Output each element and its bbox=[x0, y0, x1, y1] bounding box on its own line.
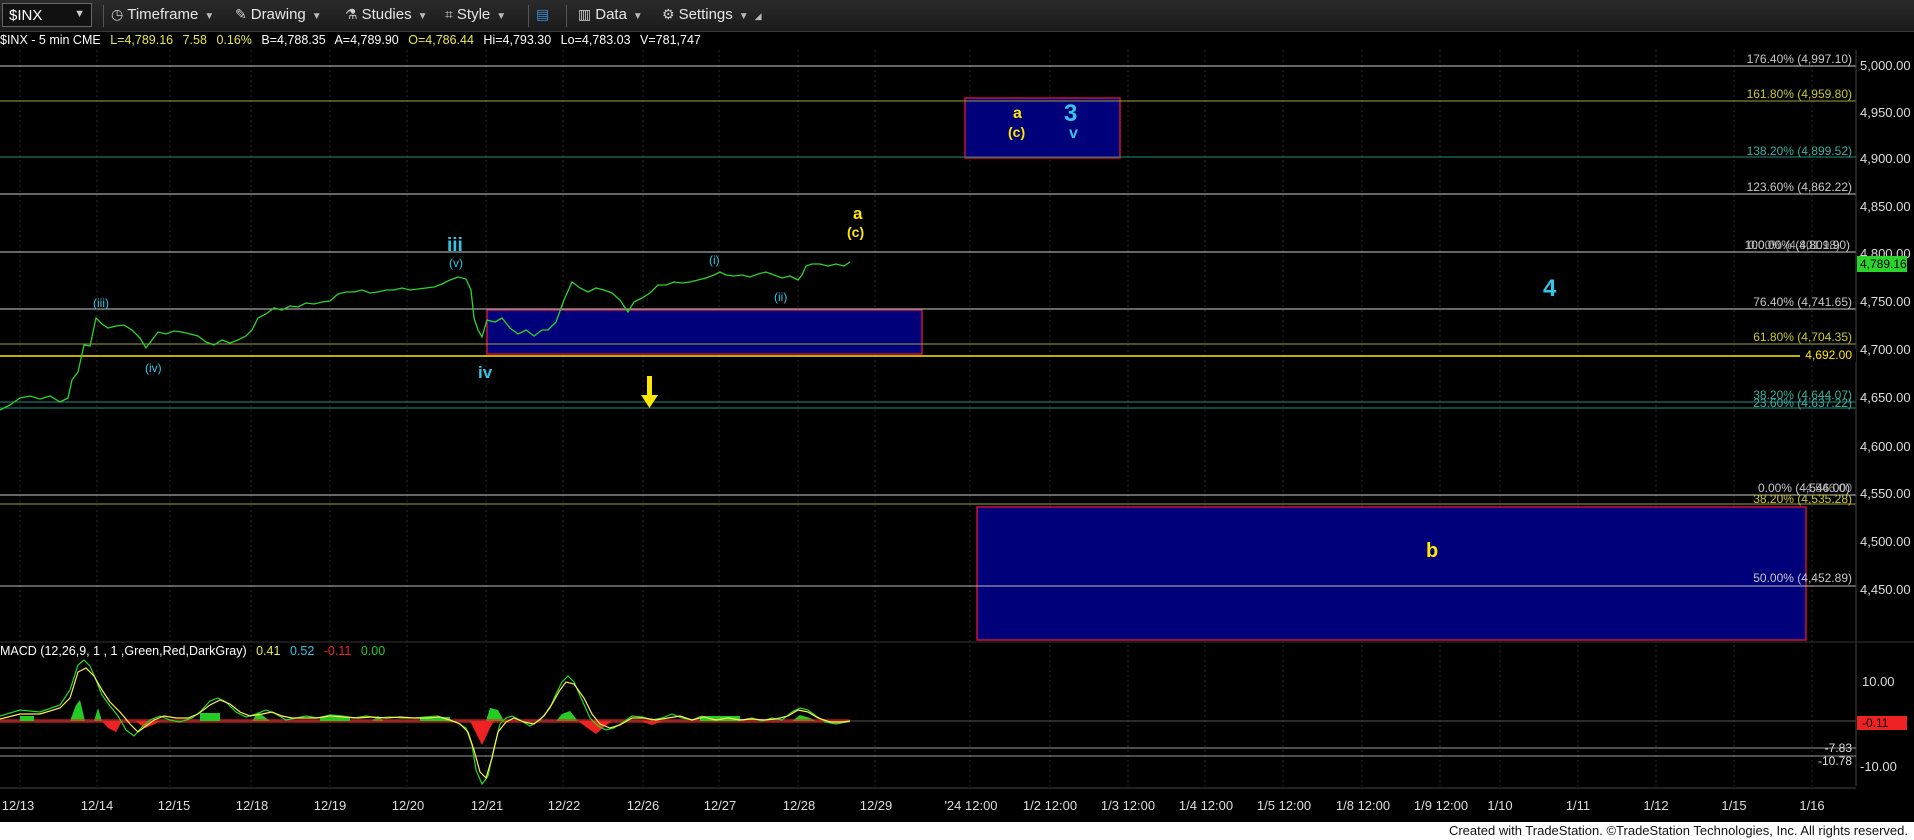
macd-level-label: -7.83 bbox=[1825, 741, 1853, 755]
wave-label-iv-small: (iv) bbox=[145, 361, 162, 375]
date-tick: 1/5 12:00 bbox=[1257, 798, 1311, 813]
macd-tick: 10.00 bbox=[1862, 674, 1895, 689]
date-tick: 12/14 bbox=[81, 798, 114, 813]
macd-value: 0.52 bbox=[289, 644, 315, 658]
date-tick: 1/12 bbox=[1643, 798, 1668, 813]
date-tick: 1/4 12:00 bbox=[1179, 798, 1233, 813]
date-tick: 12/15 bbox=[158, 798, 191, 813]
wave-label-a-box: a bbox=[1013, 105, 1022, 122]
macd-level-label: -10.78 bbox=[1818, 754, 1852, 768]
date-tick: '24 12:00 bbox=[944, 798, 997, 813]
fib-labels: 176.40% (4,997.10) 161.80% (4,959.80) 13… bbox=[1745, 52, 1853, 585]
wave-label-4: 4 bbox=[1543, 275, 1557, 302]
wave-label-3: 3 bbox=[1064, 100, 1077, 127]
fib-label: 138.20% (4,899.52) bbox=[1747, 144, 1852, 158]
line-price-tag: 4,692.00 bbox=[1805, 348, 1852, 362]
wave-b-zone-box bbox=[976, 506, 1807, 641]
fib-label: 76.40% (4,741.65) bbox=[1753, 295, 1852, 309]
macd-histogram bbox=[0, 700, 850, 745]
footer-credit: Created with TradeStation. ©TradeStation… bbox=[1448, 823, 1908, 838]
fib-label: 38.20% (4,535.28) bbox=[1753, 492, 1852, 506]
fib-label: 23.60% (4,637.22) bbox=[1753, 396, 1852, 410]
price-tick: 4,900.00 bbox=[1860, 151, 1911, 166]
date-tick: 1/10 bbox=[1487, 798, 1512, 813]
date-tick: 12/29 bbox=[860, 798, 893, 813]
date-tick: 1/15 bbox=[1721, 798, 1746, 813]
price-tick: 4,600.00 bbox=[1860, 439, 1911, 454]
date-tick: 1/16 bbox=[1799, 798, 1824, 813]
date-tick: 12/26 bbox=[627, 798, 660, 813]
fib-label: 50.00% (4,452.89) bbox=[1753, 571, 1852, 585]
date-tick: 1/8 12:00 bbox=[1336, 798, 1390, 813]
target-zone-box-top bbox=[964, 97, 1121, 159]
footer: Created with TradeStation. ©TradeStation… bbox=[0, 822, 1914, 840]
wave-label-iv: iv bbox=[478, 363, 493, 382]
date-tick: 12/27 bbox=[704, 798, 737, 813]
price-tick: 4,450.00 bbox=[1860, 582, 1911, 597]
down-arrow-icon bbox=[641, 376, 658, 408]
date-tick: 12/22 bbox=[548, 798, 581, 813]
date-tick: 12/21 bbox=[471, 798, 504, 813]
date-tick: 12/20 bbox=[392, 798, 425, 813]
date-tick: 12/19 bbox=[314, 798, 347, 813]
fib-label: 123.60% (4,862.22) bbox=[1747, 180, 1852, 194]
price-tick: 4,550.00 bbox=[1860, 486, 1911, 501]
date-axis[interactable]: 12/13 12/14 12/15 12/18 12/19 12/20 12/2… bbox=[2, 798, 1825, 813]
wave-label-c-box: (c) bbox=[1008, 124, 1025, 140]
current-price-text: 4,789.16 bbox=[1860, 257, 1907, 271]
wave-label-b: b bbox=[1426, 540, 1438, 562]
fib-label: 176.40% (4,997.10) bbox=[1747, 52, 1852, 66]
wave-label-ii-small: (ii) bbox=[774, 290, 787, 304]
price-tick: 4,850.00 bbox=[1860, 199, 1911, 214]
date-tick: 1/2 12:00 bbox=[1023, 798, 1077, 813]
wave-label-i-small: (i) bbox=[709, 253, 720, 267]
wave-label-v-small: (v) bbox=[449, 256, 463, 270]
vertical-grid bbox=[19, 50, 1813, 786]
support-zone-box bbox=[486, 309, 923, 355]
price-tick: 4,500.00 bbox=[1860, 534, 1911, 549]
wave-label-c-top: (c) bbox=[847, 224, 864, 240]
price-tick: 4,950.00 bbox=[1860, 105, 1911, 120]
wave-label-a-top: a bbox=[853, 204, 863, 223]
macd-tick: -10.00 bbox=[1860, 759, 1897, 774]
macd-value: 0.41 bbox=[256, 644, 281, 658]
price-tick: 5,000.00 bbox=[1860, 58, 1911, 73]
macd-legend: MACD (12,26,9, 1 , 1 ,Green,Red,DarkGray… bbox=[0, 644, 391, 658]
date-tick: 12/28 bbox=[783, 798, 816, 813]
fib-label: 61.80% (4,704.35) bbox=[1753, 330, 1852, 344]
price-tick: 4,750.00 bbox=[1860, 294, 1911, 309]
fib-label: 161.80% (4,959.80) bbox=[1747, 87, 1852, 101]
date-tick: 12/18 bbox=[236, 798, 269, 813]
wave-label-iii: iii bbox=[447, 235, 463, 256]
date-tick: 1/3 12:00 bbox=[1101, 798, 1155, 813]
macd-study-name[interactable]: MACD (12,26,9, 1 , 1 ,Green,Red,DarkGray… bbox=[0, 644, 247, 658]
macd-value: -0.11 bbox=[323, 644, 352, 658]
price-axis[interactable]: 5,000.00 4,950.00 4,900.00 4,850.00 4,80… bbox=[1860, 58, 1911, 597]
date-tick: 12/13 bbox=[2, 798, 35, 813]
price-tick: 4,700.00 bbox=[1860, 342, 1911, 357]
date-tick: 1/9 12:00 bbox=[1414, 798, 1468, 813]
macd-value: 0.00 bbox=[360, 644, 386, 658]
chart-canvas[interactable]: iii (v) (iii) (iv) iv (i) (ii) a (c) a (… bbox=[0, 0, 1914, 840]
date-tick: 1/11 bbox=[1566, 798, 1590, 813]
price-tick: 4,650.00 bbox=[1860, 390, 1911, 405]
wave-label-v-box: v bbox=[1069, 125, 1078, 142]
fib-label: 0.00% (4,801.98) bbox=[1748, 238, 1840, 252]
wave-label-iii-small: (iii) bbox=[93, 296, 109, 310]
macd-current-text: -0.11 bbox=[1862, 716, 1889, 730]
